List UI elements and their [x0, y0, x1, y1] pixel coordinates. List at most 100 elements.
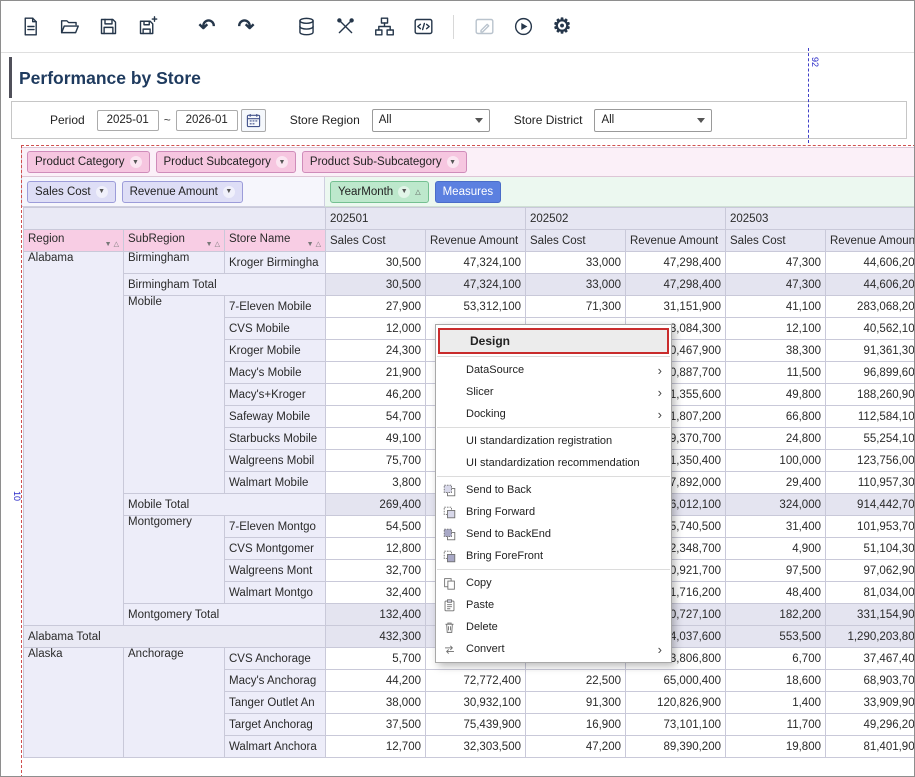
menu-item-ui-standardization-registration[interactable]: UI standardization registration: [436, 430, 671, 452]
value-cell[interactable]: 12,800: [326, 538, 426, 560]
value-cell[interactable]: 120,826,900: [626, 692, 726, 714]
undo-button[interactable]: ↶: [192, 12, 222, 42]
chip-yearmonth[interactable]: YearMonth▼△: [330, 181, 429, 203]
value-cell[interactable]: 123,756,000: [826, 450, 915, 472]
value-cell[interactable]: 12,700: [326, 736, 426, 758]
value-cell[interactable]: 283,068,200: [826, 296, 915, 318]
store-region-select[interactable]: All: [372, 109, 490, 132]
measure-header-revenue-amount[interactable]: Revenue Amount: [426, 230, 526, 252]
value-cell[interactable]: 66,800: [726, 406, 826, 428]
store-name-cell[interactable]: 7-Eleven Mobile: [225, 296, 326, 318]
row-header-store-name[interactable]: Store Name▼△: [225, 230, 326, 252]
value-cell[interactable]: 11,500: [726, 362, 826, 384]
period-to-input[interactable]: [176, 110, 238, 131]
menu-item-docking[interactable]: Docking›: [436, 403, 671, 425]
value-cell[interactable]: 48,400: [726, 582, 826, 604]
value-cell[interactable]: 47,324,100: [426, 274, 526, 296]
value-cell[interactable]: 91,361,300: [826, 340, 915, 362]
store-name-cell[interactable]: Walgreens Mobil: [225, 450, 326, 472]
save-button[interactable]: [93, 12, 123, 42]
value-cell[interactable]: 101,953,700: [826, 516, 915, 538]
region-cell[interactable]: Alaska: [24, 648, 124, 758]
value-cell[interactable]: 188,260,900: [826, 384, 915, 406]
value-cell[interactable]: 47,200: [526, 736, 626, 758]
store-name-cell[interactable]: Walmart Montgo: [225, 582, 326, 604]
store-name-cell[interactable]: Walmart Mobile: [225, 472, 326, 494]
value-cell[interactable]: 31,400: [726, 516, 826, 538]
menu-item-paste[interactable]: Paste: [436, 594, 671, 616]
value-cell[interactable]: 914,442,700: [826, 494, 915, 516]
store-name-cell[interactable]: Kroger Birmingha: [225, 252, 326, 274]
redo-button[interactable]: ↷: [231, 12, 261, 42]
chip-revenue-amount[interactable]: Revenue Amount▼: [122, 181, 243, 203]
column-group-202501[interactable]: 202501: [326, 208, 526, 230]
value-cell[interactable]: 21,900: [326, 362, 426, 384]
database-button[interactable]: [291, 12, 321, 42]
value-cell[interactable]: 5,700: [326, 648, 426, 670]
value-cell[interactable]: 30,500: [326, 252, 426, 274]
value-cell[interactable]: 97,500: [726, 560, 826, 582]
value-cell[interactable]: 53,312,100: [426, 296, 526, 318]
store-name-cell[interactable]: CVS Montgomer: [225, 538, 326, 560]
value-cell[interactable]: 54,500: [326, 516, 426, 538]
menu-item-delete[interactable]: Delete: [436, 616, 671, 638]
value-cell[interactable]: 41,100: [726, 296, 826, 318]
value-cell[interactable]: 73,101,100: [626, 714, 726, 736]
menu-item-slicer[interactable]: Slicer›: [436, 381, 671, 403]
value-cell[interactable]: 3,800: [326, 472, 426, 494]
value-cell[interactable]: 32,700: [326, 560, 426, 582]
value-cell[interactable]: 30,932,100: [426, 692, 526, 714]
value-cell[interactable]: 75,439,900: [426, 714, 526, 736]
subregion-cell[interactable]: Montgomery: [124, 516, 225, 604]
store-name-cell[interactable]: Walmart Anchora: [225, 736, 326, 758]
value-cell[interactable]: 47,324,100: [426, 252, 526, 274]
value-cell[interactable]: 97,062,900: [826, 560, 915, 582]
value-cell[interactable]: 19,800: [726, 736, 826, 758]
value-cell[interactable]: 269,400: [326, 494, 426, 516]
value-cell[interactable]: 18,600: [726, 670, 826, 692]
menu-item-bring-forefront[interactable]: Bring ForeFront: [436, 545, 671, 567]
measure-header-revenue-amount[interactable]: Revenue Amount: [826, 230, 915, 252]
edit-button[interactable]: [469, 12, 499, 42]
grand-total-label[interactable]: Alabama Total: [24, 626, 326, 648]
value-cell[interactable]: 29,400: [726, 472, 826, 494]
chip-measures[interactable]: Measures: [435, 181, 502, 203]
store-name-cell[interactable]: CVS Mobile: [225, 318, 326, 340]
value-cell[interactable]: 110,957,300: [826, 472, 915, 494]
value-cell[interactable]: 44,606,200: [826, 274, 915, 296]
value-cell[interactable]: 24,800: [726, 428, 826, 450]
menu-item-copy[interactable]: Copy: [436, 572, 671, 594]
value-cell[interactable]: 38,000: [326, 692, 426, 714]
menu-item-send-to-backend[interactable]: Send to BackEnd: [436, 523, 671, 545]
subregion-cell[interactable]: Mobile: [124, 296, 225, 494]
chip-product-subcategory[interactable]: Product Subcategory▼: [156, 151, 296, 173]
value-cell[interactable]: 40,562,100: [826, 318, 915, 340]
value-cell[interactable]: 30,500: [326, 274, 426, 296]
settings-button[interactable]: ⚙: [547, 12, 577, 42]
value-cell[interactable]: 49,800: [726, 384, 826, 406]
value-cell[interactable]: 11,700: [726, 714, 826, 736]
calendar-button[interactable]: [241, 109, 266, 132]
value-cell[interactable]: 1,400: [726, 692, 826, 714]
chip-product-category[interactable]: Product Category▼: [27, 151, 150, 173]
store-name-cell[interactable]: 7-Eleven Montgo: [225, 516, 326, 538]
value-cell[interactable]: 91,300: [526, 692, 626, 714]
measure-header-sales-cost[interactable]: Sales Cost: [326, 230, 426, 252]
value-cell[interactable]: 27,900: [326, 296, 426, 318]
value-cell[interactable]: 51,104,300: [826, 538, 915, 560]
subtotal-label[interactable]: Mobile Total: [124, 494, 326, 516]
store-name-cell[interactable]: CVS Anchorage: [225, 648, 326, 670]
value-cell[interactable]: 12,100: [726, 318, 826, 340]
value-cell[interactable]: 324,000: [726, 494, 826, 516]
subregion-cell[interactable]: Birmingham: [124, 252, 225, 274]
row-header-subregion[interactable]: SubRegion▼△: [124, 230, 225, 252]
store-name-cell[interactable]: Macy's Anchorag: [225, 670, 326, 692]
value-cell[interactable]: 89,390,200: [626, 736, 726, 758]
sitemap-button[interactable]: [369, 12, 399, 42]
period-from-input[interactable]: [97, 110, 159, 131]
region-cell[interactable]: Alabama: [24, 252, 124, 626]
value-cell[interactable]: 37,500: [326, 714, 426, 736]
value-cell[interactable]: 72,772,400: [426, 670, 526, 692]
value-cell[interactable]: 100,000: [726, 450, 826, 472]
value-cell[interactable]: 47,300: [726, 274, 826, 296]
